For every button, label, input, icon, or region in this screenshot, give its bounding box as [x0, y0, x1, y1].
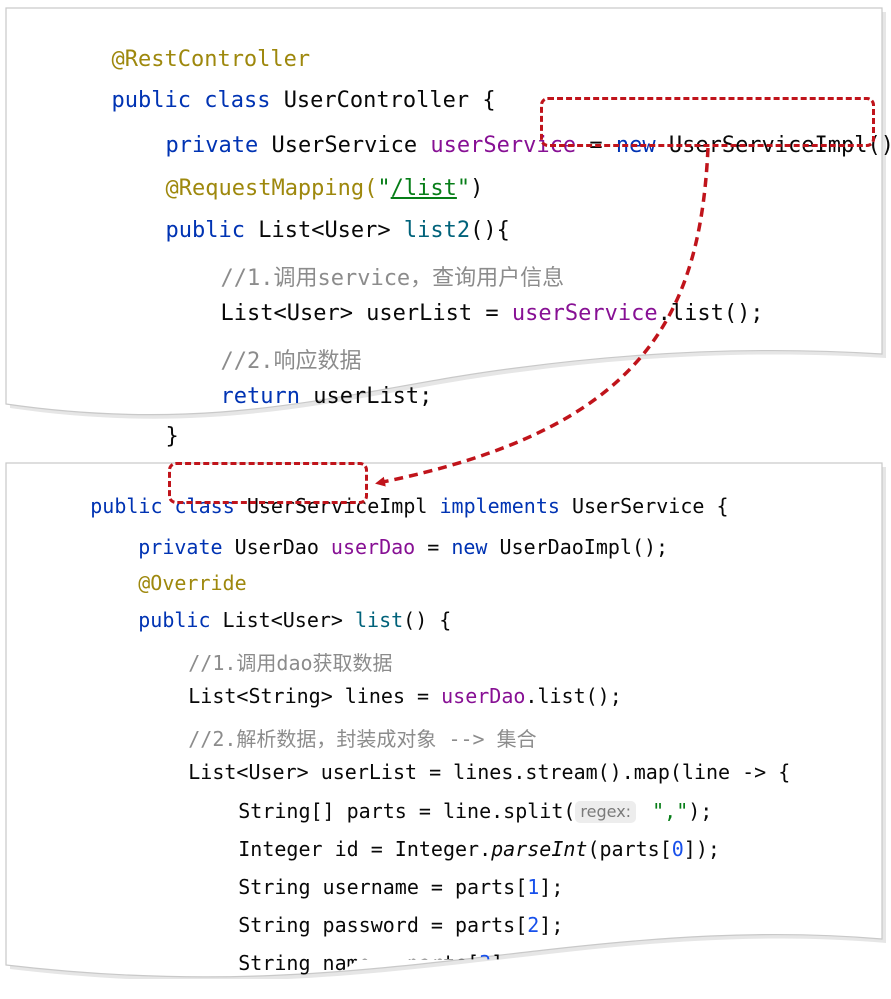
highlight-box-impl-class	[168, 462, 368, 504]
service-code: public class UserServiceImpl implements …	[0, 455, 891, 979]
controller-snippet: @RestController public class UserControl…	[0, 0, 891, 449]
code-line: String name = parts[3];	[238, 951, 516, 975]
service-snippet: public class UserServiceImpl implements …	[0, 455, 891, 979]
controller-code: @RestController public class UserControl…	[0, 0, 891, 449]
code-line: return userList;	[220, 384, 433, 409]
highlight-box-new-impl	[540, 97, 875, 147]
